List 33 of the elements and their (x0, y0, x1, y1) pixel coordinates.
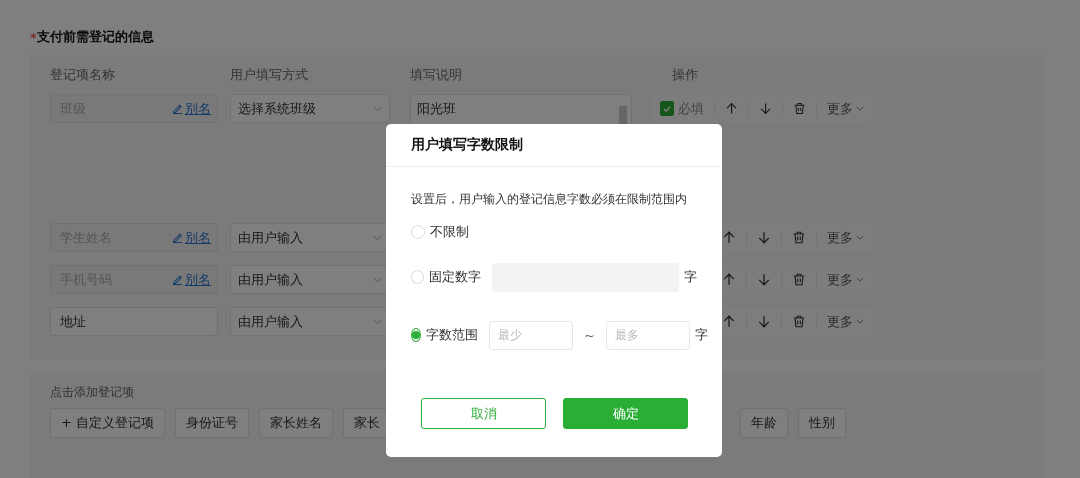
more-dropdown[interactable]: 更多 (826, 99, 864, 118)
max-input[interactable]: 最多 (605, 320, 690, 350)
min-input[interactable]: 最少 (489, 320, 573, 350)
unit-label: 字 (684, 268, 697, 286)
option-label: 固定数字 (429, 268, 482, 286)
alias-link[interactable]: 别名 (172, 228, 211, 247)
column-header: 用户填写方式 (230, 66, 309, 84)
alias-link[interactable]: 别名 (172, 270, 211, 289)
confirm-button[interactable]: 确定 (563, 398, 688, 429)
option-label: 不限制 (430, 223, 469, 241)
section-title: 支付前需登记的信息 (36, 28, 154, 46)
column-header: 填写说明 (410, 66, 463, 84)
fill-mode-select[interactable]: 选择系统班级 (230, 94, 390, 123)
required-mark: * (30, 29, 37, 45)
column-header: 登记项名称 (50, 66, 116, 84)
add-item-chip[interactable]: 家长姓名 (259, 408, 334, 438)
unit-label: 字 (694, 326, 708, 344)
add-item-chip[interactable]: + 自定义登记项 (50, 408, 166, 438)
more-dropdown[interactable]: 更多 (827, 312, 864, 331)
alias-link[interactable]: 别名 (172, 99, 211, 118)
option-label: 字数范围 (426, 326, 478, 344)
add-item-chip[interactable]: 年龄 (740, 408, 789, 438)
more-dropdown[interactable]: 更多 (827, 228, 864, 247)
column-header: 操作 (672, 66, 699, 84)
range-separator: ~ (584, 327, 595, 343)
more-dropdown[interactable]: 更多 (827, 270, 864, 289)
dialog-hint: 设置后，用户输入的登记信息字数必须在限制范围内 (411, 191, 688, 208)
cancel-button[interactable]: 取消 (421, 398, 546, 429)
dialog-title: 用户填写字数限制 (411, 136, 523, 154)
name-field[interactable]: 地址 (50, 307, 218, 336)
add-items-label: 点击添加登记项 (50, 384, 135, 401)
add-item-chip[interactable]: 性别 (798, 408, 847, 438)
add-item-chip[interactable]: 身份证号 (175, 408, 250, 438)
